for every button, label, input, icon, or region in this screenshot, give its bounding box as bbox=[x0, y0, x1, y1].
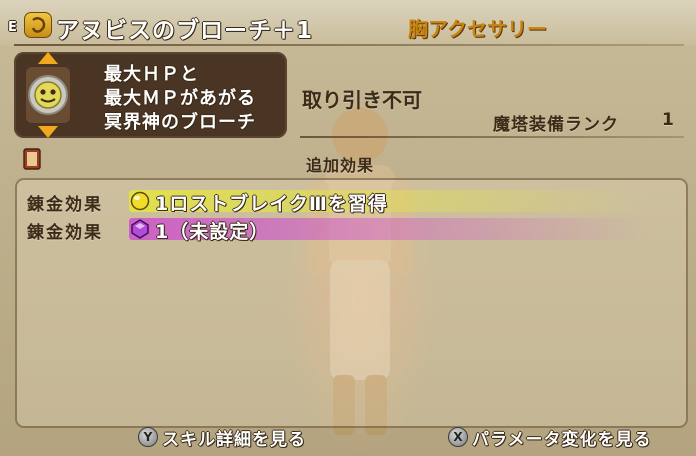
parameter-change-label: パラメータ変化を見る bbox=[472, 430, 652, 450]
parameter-change-button[interactable]: X パラメータ変化を見る bbox=[448, 425, 668, 451]
item-name: アヌビスのブローチ＋1 bbox=[56, 18, 314, 44]
description-line: 最大ＭＰがあがる bbox=[104, 88, 256, 109]
trade-status: 取り引き不可 bbox=[302, 88, 422, 112]
x-button-icon: X bbox=[448, 427, 468, 447]
rank-divider bbox=[300, 136, 684, 138]
effect-label: 錬金効果 bbox=[27, 223, 103, 243]
section-title: 追加効果 bbox=[306, 156, 375, 175]
tower-rank-value: 1 bbox=[662, 110, 674, 130]
arrow-up-icon[interactable] bbox=[38, 52, 58, 64]
header-divider bbox=[14, 44, 684, 46]
effect-label: 錬金効果 bbox=[27, 195, 103, 215]
equipped-mark: E bbox=[8, 20, 17, 35]
effect-row: 錬金効果 1ロストブレイクⅢを習得 bbox=[17, 187, 686, 215]
tower-rank-label: 魔塔装備ランク bbox=[493, 115, 619, 135]
skill-detail-label: スキル詳細を見る bbox=[162, 430, 306, 450]
skill-detail-button[interactable]: Y スキル詳細を見る bbox=[138, 425, 318, 451]
purple-orb-icon bbox=[131, 219, 149, 239]
equipment-detail-screen: E アヌビスのブローチ＋1 胸アクセサリー 最大ＨＰと 最大ＭＰがあがる 冥界神… bbox=[0, 0, 696, 456]
anubis-medallion-icon bbox=[26, 67, 70, 123]
effect-text: 1ロストブレイクⅢを習得 bbox=[155, 193, 388, 215]
book-icon bbox=[23, 148, 41, 170]
effects-panel: 錬金効果 1ロストブレイクⅢを習得 錬金効果 1（未設定） bbox=[15, 178, 688, 428]
arrow-down-icon[interactable] bbox=[38, 126, 58, 138]
item-category: 胸アクセサリー bbox=[408, 17, 547, 41]
brooch-item-icon bbox=[24, 12, 52, 38]
y-button-icon: Y bbox=[138, 427, 158, 447]
effect-text: 1（未設定） bbox=[155, 221, 270, 243]
description-line: 冥界神のブローチ bbox=[104, 112, 256, 133]
medallion-selector[interactable] bbox=[22, 52, 74, 138]
description-line: 最大ＨＰと bbox=[104, 64, 199, 85]
yellow-orb-icon bbox=[130, 191, 150, 211]
effect-row: 錬金効果 1（未設定） bbox=[17, 215, 686, 243]
